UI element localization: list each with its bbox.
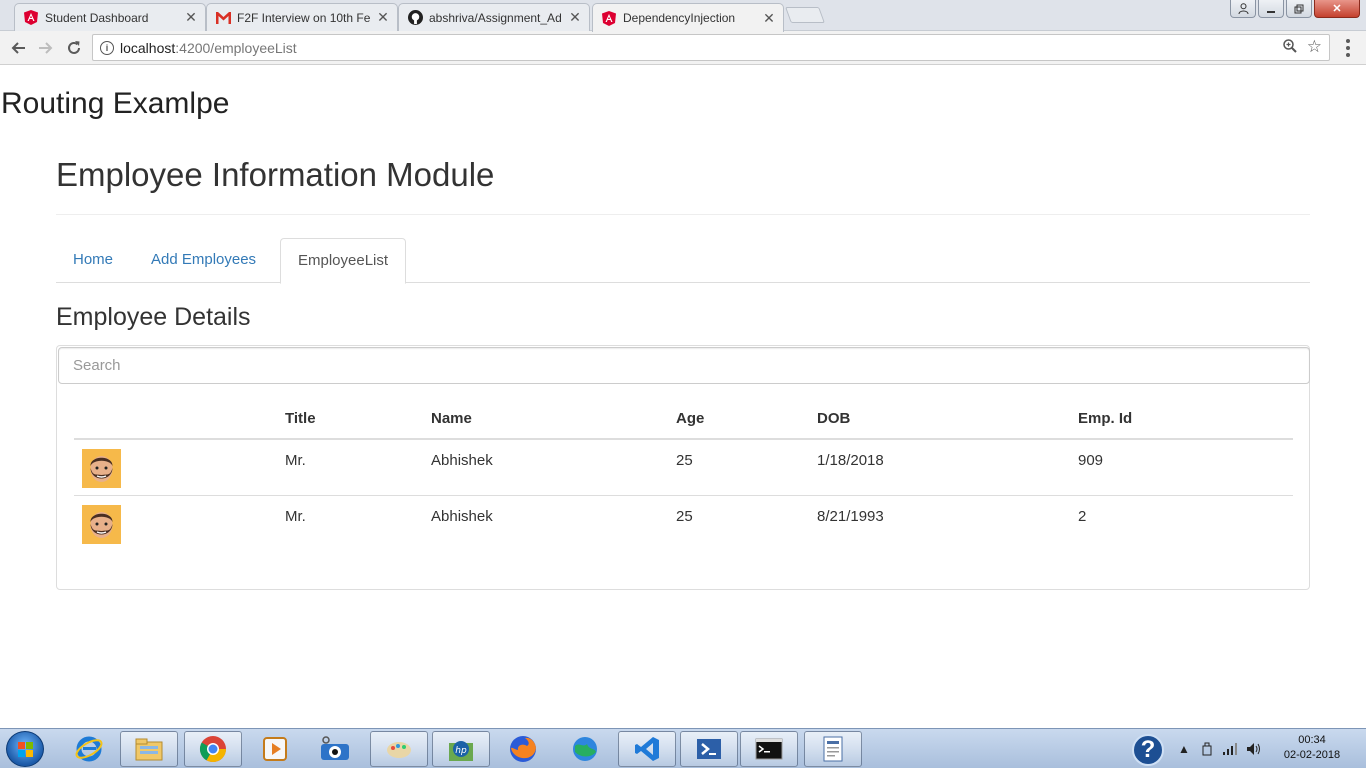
network-globe-icon[interactable]	[556, 731, 614, 767]
github-icon	[407, 10, 423, 26]
column-header-name: Name	[431, 410, 472, 427]
command-prompt-icon[interactable]	[740, 731, 798, 767]
nav-tabs: Home Add Employees EmployeeList	[56, 238, 1310, 284]
close-icon[interactable]: ✕	[375, 9, 391, 26]
help-icon[interactable]: ?	[1132, 734, 1164, 766]
avatar	[82, 449, 121, 488]
volume-icon[interactable]	[1246, 742, 1262, 759]
hp-app-icon[interactable]: hp	[432, 731, 490, 767]
internet-explorer-icon[interactable]	[60, 731, 118, 767]
cell-dob: 8/21/1993	[817, 508, 884, 525]
system-clock[interactable]: 00:34 02-02-2018	[1276, 733, 1348, 763]
divider	[56, 214, 1310, 215]
zoom-icon[interactable]	[1283, 39, 1297, 56]
back-arrow-icon[interactable]	[6, 36, 30, 60]
tab-employee-list[interactable]: EmployeeList	[280, 238, 407, 284]
column-header-dob: DOB	[817, 410, 851, 427]
cell-dob: 1/18/2018	[817, 452, 884, 469]
employee-panel: Title Name Age DOB Emp. Id	[56, 345, 1310, 590]
cell-age: 25	[676, 452, 693, 469]
paint-icon[interactable]	[370, 731, 428, 767]
angular-icon	[601, 10, 617, 26]
reload-icon[interactable]	[62, 36, 86, 60]
close-icon[interactable]: ✕	[183, 9, 199, 26]
chrome-menu-icon[interactable]	[1340, 37, 1356, 59]
browser-tab-gmail[interactable]: F2F Interview on 10th Fe ✕	[206, 3, 398, 31]
routing-title: Routing Examlpe	[1, 87, 230, 120]
taskbar: hp ? ▲ 00:34 02-02-2018	[0, 728, 1366, 768]
avatar	[82, 505, 121, 544]
cell-emp-id: 2	[1078, 508, 1087, 525]
angular-icon	[23, 10, 39, 26]
browser-toolbar: i localhost:4200/employeeList ☆	[0, 31, 1366, 65]
browser-tab-github[interactable]: abshriva/Assignment_Ad ✕	[398, 3, 590, 31]
user-profile-icon[interactable]	[1230, 0, 1256, 18]
url-host: localhost	[120, 39, 176, 56]
browser-tab-dependencyinjection[interactable]: DependencyInjection ✕	[592, 3, 784, 32]
svg-text:hp: hp	[455, 746, 467, 756]
tab-home[interactable]: Home	[56, 238, 130, 283]
snipping-tool-icon[interactable]	[306, 731, 364, 767]
network-signal-icon[interactable]	[1222, 742, 1238, 759]
visual-studio-code-icon[interactable]	[618, 731, 676, 767]
forward-arrow-icon[interactable]	[34, 36, 58, 60]
module-title: Employee Information Module	[56, 156, 495, 193]
cell-title: Mr.	[285, 508, 306, 525]
column-header-title: Title	[285, 410, 316, 427]
window-close-button[interactable]: ✕	[1314, 0, 1360, 18]
windows-start-button[interactable]	[6, 731, 44, 767]
media-player-icon[interactable]	[246, 731, 304, 767]
close-icon[interactable]: ✕	[761, 10, 777, 27]
powershell-icon[interactable]	[680, 731, 738, 767]
bookmark-star-icon[interactable]: ☆	[1307, 37, 1322, 57]
document-editor-icon[interactable]	[804, 731, 862, 767]
new-tab-button[interactable]	[785, 7, 825, 23]
chrome-icon[interactable]	[184, 731, 242, 767]
clock-date: 02-02-2018	[1283, 749, 1341, 761]
address-bar[interactable]: i localhost:4200/employeeList ☆	[92, 34, 1330, 61]
employee-details-title: Employee Details	[56, 303, 251, 331]
show-hidden-icons-icon[interactable]: ▲	[1178, 742, 1190, 756]
tab-add-employees[interactable]: Add Employees	[134, 238, 273, 283]
restore-button[interactable]	[1286, 0, 1312, 18]
tab-label: F2F Interview on 10th Fe	[237, 10, 371, 25]
column-header-age: Age	[676, 410, 705, 427]
tab-label: abshriva/Assignment_Ad	[429, 10, 562, 25]
url-path: :4200/employeeList	[175, 39, 297, 56]
cell-name: Abhishek	[431, 508, 493, 525]
firefox-icon[interactable]	[494, 731, 552, 767]
window-controls: ✕	[1230, 0, 1360, 18]
table-row[interactable]: Mr. Abhishek 25 1/18/2018 909	[74, 440, 1293, 496]
tab-label: DependencyInjection	[623, 11, 736, 25]
browser-tab-student-dashboard[interactable]: Student Dashboard ✕	[14, 3, 206, 31]
close-icon[interactable]: ✕	[567, 9, 583, 26]
page-content: Routing Examlpe Employee Information Mod…	[0, 66, 1366, 728]
cell-age: 25	[676, 508, 693, 525]
file-explorer-icon[interactable]	[120, 731, 178, 767]
table-row[interactable]: Mr. Abhishek 25 8/21/1993 2	[74, 496, 1293, 552]
info-icon[interactable]: i	[100, 40, 114, 55]
column-header-emp-id: Emp. Id	[1078, 410, 1133, 427]
cell-title: Mr.	[285, 452, 306, 469]
clock-time: 00:34	[1298, 734, 1326, 746]
cell-emp-id: 909	[1078, 452, 1104, 469]
usb-icon[interactable]	[1200, 742, 1214, 759]
search-input[interactable]	[58, 347, 1310, 384]
browser-tab-strip: Student Dashboard ✕ F2F Interview on 10t…	[0, 0, 1366, 32]
minimize-button[interactable]	[1258, 0, 1284, 18]
gmail-icon	[215, 10, 231, 26]
cell-name: Abhishek	[431, 452, 493, 469]
tab-label: Student Dashboard	[45, 10, 149, 25]
